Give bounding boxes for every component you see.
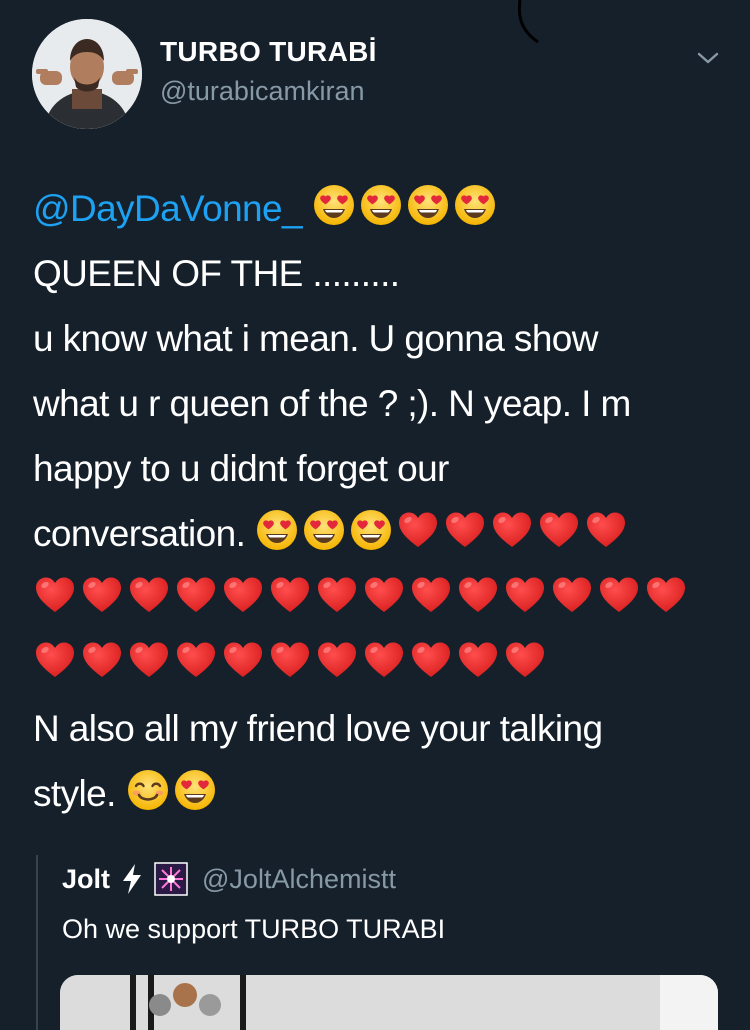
hearts-line — [33, 566, 733, 631]
emoji-group — [312, 183, 497, 227]
red-heart-emoji-icon — [362, 573, 406, 617]
heart-eyes-emoji-icon — [359, 183, 403, 227]
red-heart-emoji-icon — [490, 508, 534, 552]
tweet-line-text: style. — [33, 773, 116, 814]
lightning-bolt-icon — [123, 864, 142, 894]
smiling-face-emoji-icon — [126, 768, 170, 812]
user-avatar-icon — [32, 19, 142, 129]
author-handle[interactable]: @turabicamkiran — [160, 76, 364, 107]
heart-eyes-emoji-icon — [255, 508, 299, 552]
red-heart-emoji-icon — [550, 573, 594, 617]
quoted-tweet-text: Oh we support TURBO TURABI — [62, 914, 446, 944]
mention-link[interactable]: @DayDaVonne_ — [33, 188, 303, 229]
tweet-line: what u r queen of the ? ;). N yeap. I m — [33, 383, 631, 424]
heart-eyes-emoji-icon — [312, 183, 356, 227]
chevron-down-icon[interactable] — [694, 46, 722, 70]
quote-divider — [36, 855, 38, 1030]
red-heart-emoji-icon — [268, 638, 312, 682]
author-name[interactable]: TURBO TURABİ — [160, 36, 377, 68]
tweet-line-text: conversation. — [33, 513, 246, 554]
tweet-line: u know what i mean. U gonna show — [33, 318, 599, 359]
heart-eyes-emoji-icon — [453, 183, 497, 227]
red-heart-emoji-icon — [456, 573, 500, 617]
style-line: style. — [33, 761, 733, 826]
heart-eyes-emoji-icon — [406, 183, 450, 227]
tweet-line: happy to u didnt forget our — [33, 448, 449, 489]
red-heart-emoji-icon — [221, 573, 265, 617]
heart-eyes-emoji-icon — [302, 508, 346, 552]
red-heart-emoji-icon — [33, 638, 77, 682]
tweet-line: QUEEN OF THE ......... — [33, 253, 400, 294]
tweet-line: N also all my friend love your talking — [33, 708, 603, 749]
red-heart-emoji-icon — [33, 573, 77, 617]
red-heart-emoji-icon — [503, 638, 547, 682]
conversation-line: conversation. — [33, 501, 733, 566]
mention-line: @DayDaVonne_ — [33, 176, 733, 241]
red-heart-emoji-icon — [315, 573, 359, 617]
sparkle-box-icon — [154, 862, 188, 896]
red-heart-emoji-icon — [127, 638, 171, 682]
tweet-text: @DayDaVonne_ QUEEN OF THE ......... u kn… — [33, 176, 733, 826]
quoted-media-preview[interactable] — [60, 975, 718, 1030]
red-heart-emoji-icon — [396, 508, 440, 552]
media-thumbnail — [60, 975, 718, 1030]
quoted-author-handle[interactable]: @JoltAlchemistt — [202, 864, 396, 895]
red-heart-emoji-icon — [174, 573, 218, 617]
red-heart-emoji-icon — [315, 638, 359, 682]
red-heart-emoji-icon — [362, 638, 406, 682]
red-heart-emoji-icon — [584, 508, 628, 552]
red-heart-emoji-icon — [443, 508, 487, 552]
stray-pen-mark — [517, 0, 539, 44]
red-heart-emoji-icon — [80, 573, 124, 617]
heart-eyes-emoji-icon — [173, 768, 217, 812]
red-heart-emoji-icon — [597, 573, 641, 617]
quoted-author[interactable]: Jolt @JoltAlchemistt — [62, 862, 396, 896]
red-heart-emoji-icon — [456, 638, 500, 682]
heart-eyes-emoji-icon — [349, 508, 393, 552]
red-heart-emoji-icon — [127, 573, 171, 617]
quoted-author-name[interactable]: Jolt — [62, 864, 110, 895]
emoji-group — [33, 573, 688, 617]
author-avatar[interactable] — [32, 19, 142, 129]
red-heart-emoji-icon — [503, 573, 547, 617]
red-heart-emoji-icon — [221, 638, 265, 682]
hearts-line — [33, 631, 733, 696]
emoji-group — [126, 768, 217, 812]
red-heart-emoji-icon — [80, 638, 124, 682]
red-heart-emoji-icon — [537, 508, 581, 552]
red-heart-emoji-icon — [409, 638, 453, 682]
emoji-group — [255, 508, 628, 552]
red-heart-emoji-icon — [268, 573, 312, 617]
red-heart-emoji-icon — [174, 638, 218, 682]
red-heart-emoji-icon — [644, 573, 688, 617]
red-heart-emoji-icon — [409, 573, 453, 617]
emoji-group — [33, 638, 547, 682]
